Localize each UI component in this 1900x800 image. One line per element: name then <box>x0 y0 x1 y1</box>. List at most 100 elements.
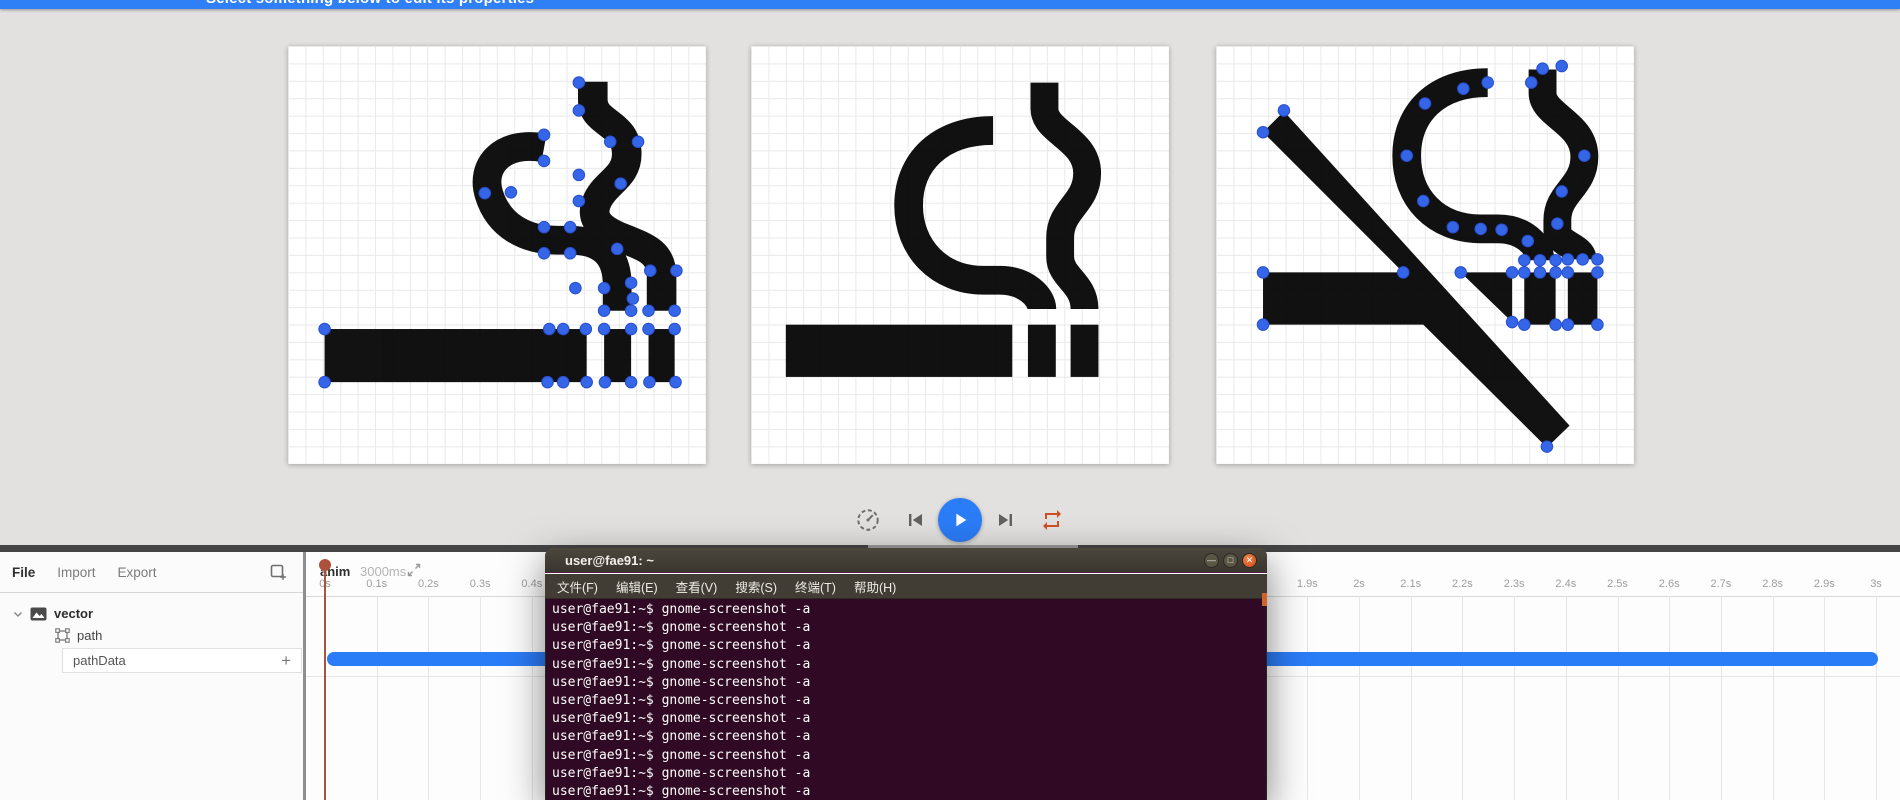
control-point[interactable] <box>537 128 551 142</box>
control-point[interactable] <box>318 375 331 389</box>
control-point[interactable] <box>537 220 551 234</box>
control-point[interactable] <box>572 76 586 89</box>
skip-next-button[interactable] <box>994 508 1018 537</box>
terminal-window[interactable]: user@fae91: ~ — □ ✕ 文件(F) 编辑(E) 查看(V) 搜索(S)… <box>545 548 1267 800</box>
control-point[interactable] <box>1495 223 1508 237</box>
terminal-scrollbar-thumb[interactable] <box>1262 593 1267 606</box>
control-point[interactable] <box>1418 97 1432 110</box>
control-point[interactable] <box>1446 220 1460 234</box>
control-point[interactable] <box>1505 266 1519 279</box>
control-point[interactable] <box>642 322 655 336</box>
control-point[interactable] <box>1578 149 1591 162</box>
control-point[interactable] <box>1505 315 1519 329</box>
control-point[interactable] <box>624 375 638 389</box>
control-point[interactable] <box>1551 217 1564 230</box>
control-point[interactable] <box>478 186 492 200</box>
playhead-line[interactable] <box>324 563 326 800</box>
animation-duration[interactable]: 3000ms <box>360 564 406 579</box>
control-point[interactable] <box>1555 59 1568 73</box>
canvas-preview[interactable] <box>751 46 1169 464</box>
control-point[interactable] <box>624 304 638 318</box>
control-point[interactable] <box>643 264 657 277</box>
control-point[interactable] <box>1457 82 1470 95</box>
control-point[interactable] <box>580 375 593 389</box>
control-point[interactable] <box>1518 253 1531 267</box>
control-point[interactable] <box>610 242 624 256</box>
control-point[interactable] <box>597 281 611 295</box>
control-point[interactable] <box>668 304 681 318</box>
file-menu-item[interactable]: Export <box>118 565 157 580</box>
terminal-menu-item[interactable]: 终端(T) <box>795 577 836 596</box>
control-point[interactable] <box>1591 253 1604 266</box>
tree-item-vector[interactable]: vector <box>12 606 93 621</box>
maximize-button[interactable]: □ <box>1223 552 1238 568</box>
add-layer-button[interactable] <box>270 564 287 586</box>
control-point[interactable] <box>556 375 570 389</box>
control-point[interactable] <box>1549 266 1562 279</box>
control-point[interactable] <box>1396 266 1410 279</box>
control-point[interactable] <box>1481 76 1494 89</box>
minimize-button[interactable]: — <box>1204 552 1219 568</box>
control-point[interactable] <box>1561 253 1575 266</box>
file-menu-item[interactable]: File <box>12 565 35 580</box>
control-point[interactable] <box>603 135 617 149</box>
control-point[interactable] <box>563 220 577 234</box>
control-point[interactable] <box>537 246 551 260</box>
control-point[interactable] <box>597 304 611 318</box>
control-point[interactable] <box>572 168 586 182</box>
control-point[interactable] <box>537 154 551 168</box>
control-point[interactable] <box>1400 149 1413 162</box>
control-point[interactable] <box>318 322 331 336</box>
control-point[interactable] <box>504 186 518 199</box>
control-point[interactable] <box>631 135 645 149</box>
control-point[interactable] <box>598 375 612 389</box>
control-point[interactable] <box>1454 266 1467 279</box>
control-point[interactable] <box>1518 318 1531 331</box>
control-point[interactable] <box>624 276 638 290</box>
control-point[interactable] <box>572 194 586 208</box>
control-point[interactable] <box>668 322 681 336</box>
terminal-body[interactable]: user@fae91:~$ gnome-screenshot -a user@fa… <box>545 599 1267 800</box>
terminal-menu-item[interactable]: 查看(V) <box>676 577 718 596</box>
control-point[interactable] <box>1555 185 1568 198</box>
add-keyframe-button[interactable]: + <box>281 651 291 671</box>
control-point[interactable] <box>1518 266 1531 279</box>
terminal-menu-item[interactable]: 搜索(S) <box>735 577 777 596</box>
control-point[interactable] <box>614 177 627 190</box>
control-point[interactable] <box>626 292 640 305</box>
terminal-menu-item[interactable]: 编辑(E) <box>616 577 658 596</box>
file-menu-item[interactable]: Import <box>57 565 95 580</box>
control-point[interactable] <box>541 375 554 389</box>
control-point[interactable] <box>1521 234 1535 248</box>
control-point[interactable] <box>1549 253 1562 267</box>
control-point[interactable] <box>556 322 570 336</box>
control-point[interactable] <box>1524 76 1538 89</box>
control-point[interactable] <box>572 104 586 117</box>
canvas-start[interactable] <box>288 46 706 464</box>
control-point[interactable] <box>642 304 655 318</box>
control-point[interactable] <box>1474 222 1488 236</box>
control-point[interactable] <box>597 322 611 336</box>
control-point[interactable] <box>643 375 656 389</box>
terminal-titlebar[interactable]: user@fae91: ~ — □ ✕ <box>545 548 1267 573</box>
control-point[interactable] <box>1561 266 1575 279</box>
control-point[interactable] <box>670 264 683 277</box>
control-point[interactable] <box>1549 318 1562 331</box>
control-point[interactable] <box>669 375 682 389</box>
control-point[interactable] <box>1576 253 1589 266</box>
tree-item-path[interactable]: path <box>55 628 102 643</box>
control-point[interactable] <box>1256 318 1270 331</box>
playhead-handle[interactable] <box>319 559 331 571</box>
control-point[interactable] <box>1536 62 1549 75</box>
control-point[interactable] <box>1591 266 1604 279</box>
control-point[interactable] <box>563 246 577 260</box>
control-point[interactable] <box>1540 440 1554 453</box>
slow-motion-button[interactable] <box>855 507 881 538</box>
control-point[interactable] <box>1416 194 1430 208</box>
control-point[interactable] <box>1533 253 1547 267</box>
control-point[interactable] <box>1277 104 1291 117</box>
repeat-button[interactable] <box>1040 508 1064 537</box>
control-point[interactable] <box>542 322 556 336</box>
control-point[interactable] <box>1561 318 1575 331</box>
play-button[interactable] <box>938 498 982 542</box>
